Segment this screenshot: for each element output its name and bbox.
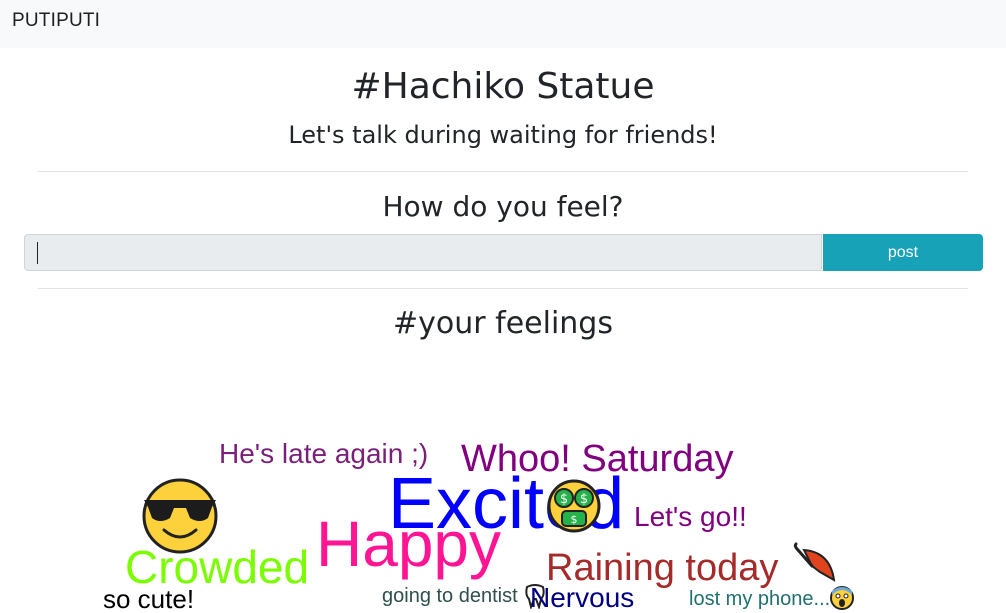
page-subtitle: Let's talk during waiting for friends! xyxy=(288,121,718,149)
cloud-word[interactable]: going to dentist xyxy=(382,586,518,606)
cloud-word[interactable]: Nervous xyxy=(530,584,634,612)
page-title: #Hachiko Statue xyxy=(351,66,655,107)
cloud-word[interactable]: Happy xyxy=(316,512,501,576)
post-button[interactable]: post xyxy=(823,234,983,271)
navbar: PUTIPUTI xyxy=(0,0,1006,48)
feeling-input[interactable] xyxy=(24,234,822,271)
svg-text:$: $ xyxy=(560,492,568,507)
svg-text:$: $ xyxy=(571,513,578,526)
divider xyxy=(38,171,968,172)
screaming-face-icon xyxy=(829,585,855,613)
cloud-word[interactable]: Let's go!! xyxy=(634,503,747,531)
brand-link[interactable]: PUTIPUTI xyxy=(12,10,100,32)
divider xyxy=(38,288,968,289)
feelings-title: #your feelings xyxy=(393,306,613,341)
svg-text:$: $ xyxy=(580,492,588,507)
cloud-word[interactable]: lost my phone... xyxy=(689,589,830,609)
feelings-word-cloud: He's late again ;) Whoo! Saturday Excite… xyxy=(0,360,1006,613)
text-caret xyxy=(37,242,38,264)
feel-prompt: How do you feel? xyxy=(382,190,624,223)
money-mouth-face-icon: $ $ $ xyxy=(546,478,602,537)
cloud-word[interactable]: so cute! xyxy=(103,586,194,612)
